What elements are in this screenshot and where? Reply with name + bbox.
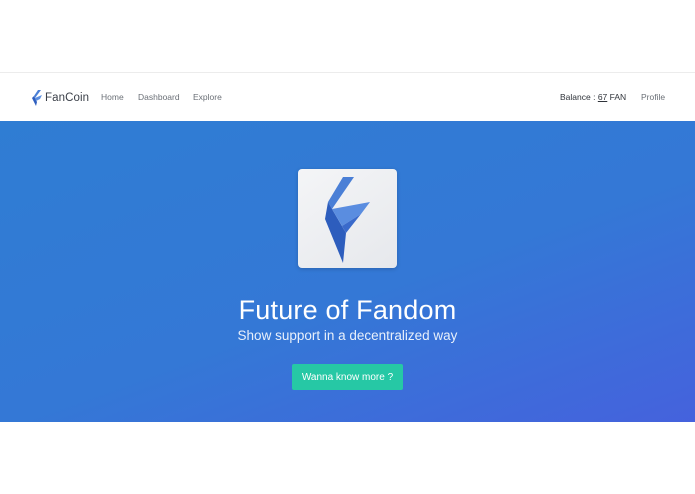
brand-name: FanCoin	[45, 92, 90, 104]
hero-logo-tile	[298, 169, 397, 268]
balance-unit: FAN	[607, 92, 627, 102]
fancoin-logo-icon	[325, 177, 370, 263]
nav-explore-link[interactable]: Explore	[193, 92, 222, 102]
nav-dashboard-link[interactable]: Dashboard	[138, 92, 180, 102]
balance-value[interactable]: 67	[598, 92, 607, 102]
brand-link[interactable]: FanCoin	[31, 89, 89, 107]
hero-section: Future of Fandom Show support in a decen…	[0, 121, 695, 422]
nav-profile-link[interactable]: Profile	[641, 92, 665, 102]
wanna-know-more-button[interactable]: Wanna know more ?	[292, 364, 403, 390]
bottom-whitespace	[0, 422, 695, 494]
hero-title: Future of Fandom	[238, 295, 457, 325]
hero-subtitle: Show support in a decentralized way	[237, 328, 458, 343]
balance-label: Balance :	[560, 92, 598, 102]
balance-display: Balance : 67 FAN	[560, 92, 626, 102]
top-whitespace	[0, 0, 695, 72]
fancoin-logo-icon	[32, 90, 42, 106]
navbar: FanCoin Home Dashboard Explore Balance :…	[0, 72, 695, 121]
nav-home-link[interactable]: Home	[101, 92, 124, 102]
